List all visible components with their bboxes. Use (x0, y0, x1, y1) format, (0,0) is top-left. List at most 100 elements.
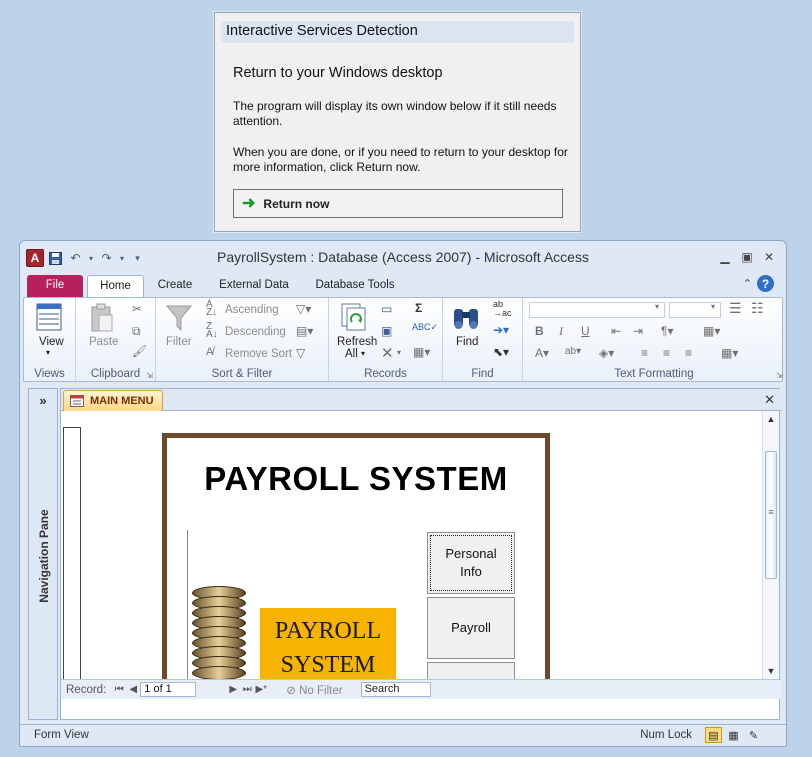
personal-info-button[interactable]: Personal Info (427, 532, 515, 594)
minimize-icon[interactable]: ▁ (716, 249, 734, 265)
format-painter-icon[interactable]: 🖌 (132, 344, 147, 358)
expand-nav-icon[interactable]: » (29, 393, 57, 408)
close-document-icon[interactable]: ✕ (764, 392, 775, 408)
record-navigation-bar: Record: ⏮ ◀ 1 of 1 ▶ ⏭ ▶* ⊘ No Filter Se… (61, 679, 781, 699)
font-size-dropdown-icon[interactable]: ▾ (711, 302, 715, 311)
cut-icon[interactable]: ✂ (132, 302, 142, 316)
close-icon[interactable]: ✕ (760, 249, 778, 265)
font-name-select[interactable] (529, 302, 665, 318)
spelling-icon[interactable]: ABC✓ (412, 322, 438, 333)
maximize-icon[interactable]: ▣ (738, 249, 756, 265)
access-window: A ↶ ▾ ↷ ▾ ▾ PayrollSystem : Database (Ac… (19, 240, 787, 747)
new-record-icon[interactable]: ▭ (381, 302, 392, 316)
scroll-thumb[interactable]: ≡ (765, 451, 777, 579)
next-record-icon[interactable]: ▶ (226, 684, 240, 695)
clipboard-launcher-icon[interactable]: ⇲ (146, 371, 153, 380)
tab-external-data[interactable]: External Data (210, 275, 298, 297)
remove-sort-button[interactable]: Remove Sort (225, 348, 292, 360)
previous-record-icon[interactable]: ◀ (126, 684, 140, 695)
bold-icon[interactable]: B (535, 324, 544, 338)
remove-sort-icon: A̸ (206, 346, 214, 358)
tab-create[interactable]: Create (148, 275, 202, 297)
font-color-icon[interactable]: A▾ (535, 346, 549, 360)
form-view-icon[interactable]: ▤ (705, 727, 722, 743)
refresh-all-icon[interactable] (339, 302, 369, 332)
ascending-icon: A Z↓ (206, 299, 218, 318)
no-filter-indicator[interactable]: ⊘ No Filter (286, 683, 342, 697)
main-menu-tab-label: MAIN MENU (90, 395, 154, 407)
first-record-icon[interactable]: ⏮ (112, 684, 126, 695)
toggle-filter-icon[interactable]: ▽ (296, 346, 305, 360)
payroll-button[interactable]: Payroll (427, 597, 515, 659)
scroll-down-icon[interactable]: ▼ (763, 663, 779, 679)
more-records-icon[interactable]: ▦▾ (413, 345, 430, 359)
text-formatting-launcher-icon[interactable]: ⇲ (776, 371, 783, 380)
find-button[interactable]: Find (456, 336, 478, 348)
highlight-icon[interactable]: ab▾ (565, 346, 581, 357)
advanced-filter-icon[interactable]: ▤▾ (296, 324, 313, 338)
find-binoculars-icon[interactable] (451, 302, 481, 332)
selection-filter-icon[interactable]: ▽▾ (296, 302, 311, 316)
descending-button[interactable]: Descending (225, 326, 286, 338)
gridlines-icon[interactable]: ▦▾ (703, 324, 720, 338)
paragraph-icon[interactable]: ¶▾ (661, 324, 673, 338)
green-arrow-icon: ➜ (242, 194, 256, 212)
fill-color-icon[interactable]: ◈▾ (599, 346, 614, 360)
align-center-icon[interactable]: ≡ (663, 346, 670, 360)
tab-database-tools[interactable]: Database Tools (304, 275, 406, 297)
last-record-icon[interactable]: ⏭ (240, 684, 254, 695)
filter-button[interactable]: Filter (166, 336, 192, 348)
numbering-icon[interactable]: ☷ (751, 300, 764, 317)
copy-icon[interactable]: ⧉ (132, 324, 141, 339)
increase-indent-icon[interactable]: ⇥ (633, 324, 643, 338)
menu-button-3[interactable] (427, 662, 515, 679)
alternate-row-color-icon[interactable]: ▦▾ (721, 346, 738, 360)
no-filter-label: No Filter (299, 684, 343, 697)
dialog-title: Interactive Services Detection (221, 21, 574, 43)
save-record-icon[interactable]: ▣ (381, 324, 392, 338)
minimize-ribbon-icon[interactable]: ⌃ (743, 277, 752, 290)
refresh-dropdown-icon[interactable]: ▾ (361, 349, 365, 358)
go-to-icon[interactable]: ➔▾ (493, 323, 509, 337)
help-icon[interactable]: ? (757, 275, 774, 292)
bullets-icon[interactable]: ☰ (729, 300, 742, 317)
delete-dropdown-icon[interactable]: ▾ (397, 348, 401, 357)
italic-icon[interactable]: I (559, 324, 563, 339)
align-left-icon[interactable]: ≡ (641, 346, 648, 360)
delete-record-icon[interactable]: ✕ (381, 344, 394, 362)
replace-icon[interactable]: ab →ac (493, 300, 512, 318)
filter-icon[interactable] (164, 304, 194, 332)
underline-icon[interactable]: U (581, 324, 590, 338)
view-button[interactable]: View (39, 336, 64, 348)
record-selector[interactable] (63, 427, 81, 679)
search-input[interactable]: Search (360, 682, 431, 697)
font-name-dropdown-icon[interactable]: ▾ (655, 302, 659, 311)
vertical-scrollbar[interactable]: ▲ ≡ ▼ (762, 411, 779, 679)
tab-home[interactable]: Home (87, 275, 144, 297)
tab-main-menu[interactable]: MAIN MENU (63, 390, 163, 411)
current-record-field[interactable]: 1 of 1 (140, 682, 197, 697)
view-dropdown-icon[interactable]: ▾ (46, 348, 50, 357)
dialog-text-1: The program will display its own window … (233, 99, 557, 128)
paste-button[interactable]: Paste (89, 336, 118, 348)
interactive-services-dialog: Interactive Services Detection Return to… (214, 12, 581, 232)
totals-icon[interactable]: Σ (415, 301, 422, 315)
navigation-pane[interactable]: » Navigation Pane (28, 388, 58, 720)
ascending-button[interactable]: Ascending (225, 304, 279, 316)
status-num-lock: Num Lock (640, 729, 692, 741)
view-icon[interactable] (35, 302, 63, 332)
view-switcher: ▤ ▦ ✎ (705, 727, 762, 743)
paste-icon[interactable] (88, 302, 116, 334)
scroll-up-icon[interactable]: ▲ (763, 411, 779, 427)
records-label: Records (364, 368, 407, 380)
decrease-indent-icon[interactable]: ⇤ (611, 324, 621, 338)
refresh-button[interactable]: Refresh (337, 336, 377, 348)
select-icon[interactable]: ⬉▾ (493, 345, 509, 359)
align-right-icon[interactable]: ≡ (685, 346, 692, 360)
layout-view-icon[interactable]: ▦ (725, 727, 742, 743)
return-now-button[interactable]: ➜ Return now (233, 189, 563, 218)
tab-file[interactable]: File (27, 275, 83, 297)
navigation-pane-label: Navigation Pane (37, 509, 51, 603)
design-view-icon[interactable]: ✎ (745, 727, 762, 743)
new-record-nav-icon[interactable]: ▶* (254, 684, 268, 695)
